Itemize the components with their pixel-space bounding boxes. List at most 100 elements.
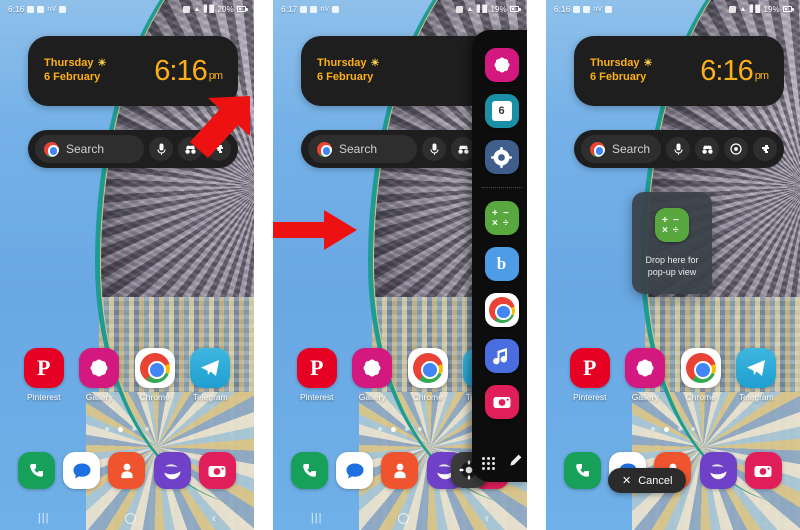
wifi-icon: ▲ bbox=[193, 5, 201, 13]
screenshot-stage: 6:16 nV ▲ ▋█ 20% Thursday ☀ 6 February 6… bbox=[0, 0, 800, 530]
widget-day-text: Thursday bbox=[590, 57, 640, 70]
status-battery-percent: 19% bbox=[490, 4, 507, 14]
home-icon[interactable] bbox=[125, 512, 137, 524]
app-item[interactable]: Telegram bbox=[732, 348, 780, 402]
app-item[interactable]: P Pinterest bbox=[20, 348, 68, 402]
app-label: Chrome bbox=[139, 392, 170, 402]
app-item[interactable]: Chrome bbox=[677, 348, 725, 402]
signal-icon: ▋█ bbox=[749, 6, 761, 13]
edge-panel[interactable]: 6 + − × ÷ b bbox=[472, 30, 527, 482]
app-item[interactable]: Gallery bbox=[621, 348, 669, 402]
page-dot[interactable] bbox=[678, 427, 682, 431]
page-dot-active[interactable] bbox=[664, 427, 669, 432]
incognito-icon[interactable] bbox=[695, 137, 719, 161]
page-dot[interactable] bbox=[132, 427, 136, 431]
app-item[interactable]: Gallery bbox=[348, 348, 396, 402]
apps-grid-icon[interactable] bbox=[481, 456, 495, 470]
status-icon-app3 bbox=[59, 5, 67, 13]
phone-icon[interactable] bbox=[564, 452, 602, 489]
app-item[interactable]: P Pinterest bbox=[566, 348, 614, 402]
pencil-icon[interactable] bbox=[509, 454, 522, 472]
app-item[interactable]: Chrome bbox=[131, 348, 179, 402]
messages-icon[interactable] bbox=[336, 452, 374, 489]
dino-icon[interactable] bbox=[753, 137, 777, 161]
recents-button[interactable]: ||| bbox=[311, 512, 323, 524]
page-indicator[interactable] bbox=[546, 427, 800, 432]
status-time: 6:17 bbox=[281, 4, 298, 14]
dropzone-text: Drop here for pop-up view bbox=[645, 254, 698, 278]
search-input[interactable]: Search bbox=[581, 135, 661, 163]
bixby-icon[interactable]: b bbox=[484, 247, 519, 281]
contacts-icon[interactable] bbox=[381, 452, 419, 489]
calculator-icon[interactable]: + − × ÷ bbox=[484, 201, 519, 235]
back-button[interactable]: ‹ bbox=[212, 511, 216, 525]
svg-text:×: × bbox=[662, 225, 668, 235]
signal-icon: ▋█ bbox=[476, 6, 488, 13]
dropzone-line2: pop-up view bbox=[647, 267, 697, 277]
panel-gap bbox=[254, 0, 273, 530]
phone-icon[interactable] bbox=[291, 452, 329, 489]
lens-icon[interactable] bbox=[724, 137, 748, 161]
contacts-icon[interactable] bbox=[108, 452, 146, 489]
page-dot[interactable] bbox=[418, 427, 422, 431]
sun-icon: ☀ bbox=[643, 57, 653, 69]
home-icon[interactable] bbox=[398, 512, 410, 524]
search-input[interactable]: Search bbox=[308, 135, 417, 163]
app-item[interactable]: Chrome bbox=[404, 348, 452, 402]
clock-weather-widget[interactable]: Thursday ☀ 6 February 6:16 pm bbox=[574, 36, 784, 106]
wifi-icon: ▲ bbox=[466, 5, 474, 13]
calendar-icon[interactable]: 6 bbox=[484, 94, 519, 128]
music-icon[interactable] bbox=[484, 339, 519, 373]
page-dot[interactable] bbox=[105, 427, 109, 431]
gallery-icon[interactable] bbox=[484, 48, 519, 82]
page-dot[interactable] bbox=[378, 427, 382, 431]
widget-day: Thursday ☀ bbox=[44, 57, 106, 71]
recents-button[interactable]: ||| bbox=[38, 512, 50, 524]
messages-icon[interactable] bbox=[63, 452, 101, 489]
mic-icon[interactable] bbox=[149, 137, 173, 161]
page-dot[interactable] bbox=[691, 427, 695, 431]
page-dot[interactable] bbox=[405, 427, 409, 431]
battery-icon bbox=[510, 6, 521, 12]
pinterest-icon: P bbox=[569, 348, 610, 388]
page-indicator[interactable] bbox=[0, 427, 254, 432]
panel-gap bbox=[527, 0, 546, 530]
svg-text:÷: ÷ bbox=[503, 218, 509, 228]
popup-view-dropzone[interactable]: + − × ÷ Drop here for pop-up view bbox=[632, 192, 712, 294]
mic-icon[interactable] bbox=[422, 137, 446, 161]
back-button[interactable]: ‹ bbox=[485, 511, 489, 525]
pinterest-icon: P bbox=[296, 348, 337, 388]
app-item[interactable]: P Pinterest bbox=[293, 348, 341, 402]
page-dot-active[interactable] bbox=[118, 427, 123, 432]
mic-icon[interactable] bbox=[666, 137, 690, 161]
bixby-letter: b bbox=[496, 254, 507, 273]
internet-icon[interactable] bbox=[699, 452, 737, 489]
widget-day: Thursday ☀ bbox=[590, 57, 652, 71]
widget-date: 6 February bbox=[317, 71, 374, 83]
status-time: 6:16 bbox=[554, 4, 571, 14]
internet-icon[interactable] bbox=[153, 452, 191, 489]
widget-ampm: pm bbox=[208, 69, 223, 82]
camera-icon[interactable] bbox=[484, 385, 519, 419]
cancel-label: Cancel bbox=[638, 474, 673, 487]
page-dot[interactable] bbox=[145, 427, 149, 431]
phone-icon[interactable] bbox=[18, 452, 56, 489]
page-dot-active[interactable] bbox=[391, 427, 396, 432]
google-search-bar[interactable]: Search bbox=[574, 130, 784, 168]
widget-ampm: pm bbox=[754, 69, 769, 82]
camera-icon[interactable] bbox=[744, 452, 782, 489]
page-dot[interactable] bbox=[651, 427, 655, 431]
search-input[interactable]: Search bbox=[35, 135, 144, 163]
camera-icon[interactable] bbox=[198, 452, 236, 489]
telegram-icon bbox=[736, 348, 777, 388]
cancel-button[interactable]: ✕ Cancel bbox=[608, 468, 687, 493]
app-label: Pinterest bbox=[26, 392, 61, 402]
app-item[interactable]: Telegram bbox=[186, 348, 234, 402]
navigation-bar: ||| ‹ bbox=[0, 509, 254, 527]
chrome-icon bbox=[680, 348, 721, 388]
chrome-icon[interactable] bbox=[484, 293, 519, 327]
gear-icon[interactable] bbox=[484, 140, 519, 174]
app-item[interactable]: Gallery bbox=[75, 348, 123, 402]
app-label: Gallery bbox=[631, 392, 659, 402]
chrome-icon bbox=[590, 141, 605, 157]
